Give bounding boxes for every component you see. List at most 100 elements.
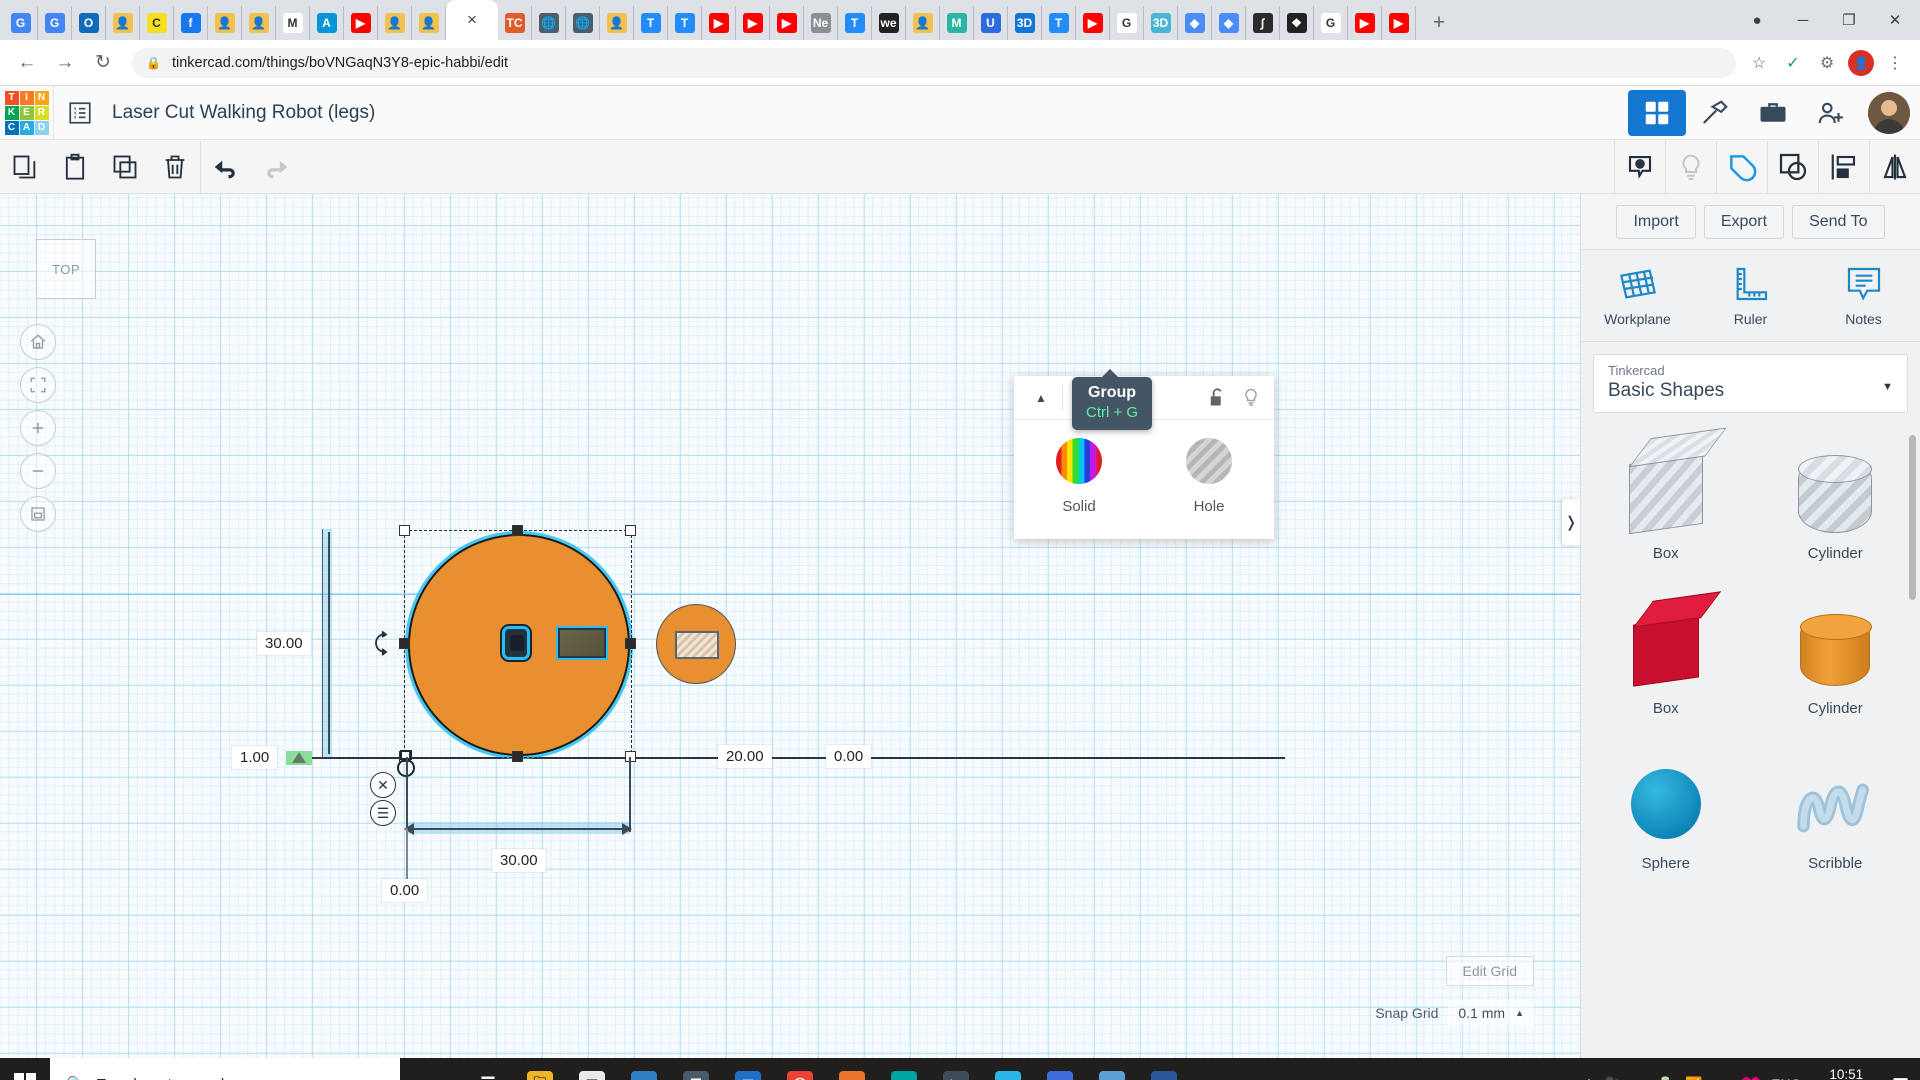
globe-tab-2[interactable]: 🌐 bbox=[566, 6, 600, 40]
youtube-tab-3[interactable]: ▶ bbox=[736, 6, 770, 40]
thingiverse-tab-2[interactable]: T bbox=[668, 6, 702, 40]
undo-button[interactable] bbox=[201, 141, 251, 193]
chrome-menu-icon[interactable]: ⋮ bbox=[1880, 48, 1910, 78]
mirror-button[interactable] bbox=[1870, 141, 1920, 193]
forward-arrow-icon[interactable]: → bbox=[48, 46, 82, 80]
autodesk-app[interactable]: ▲ bbox=[1088, 1060, 1136, 1080]
resize-handle-right[interactable] bbox=[625, 638, 636, 649]
youtube-tab-5[interactable]: ▶ bbox=[1076, 6, 1110, 40]
meet-now-icon[interactable]: 🎥 bbox=[1603, 1076, 1620, 1080]
shape-cylinder-hole[interactable]: Cylinder bbox=[1751, 429, 1920, 584]
google-translate-tab[interactable]: G bbox=[4, 6, 38, 40]
windows-start-icon[interactable] bbox=[0, 1058, 50, 1080]
microsoft-store-app[interactable]: ▤ bbox=[568, 1060, 616, 1080]
outlook-tab[interactable]: O bbox=[72, 6, 106, 40]
tinkercad-user-tab[interactable]: 👤 bbox=[106, 6, 140, 40]
google-translate-tab-2[interactable]: G bbox=[38, 6, 72, 40]
x-offset-label[interactable]: 20.00 bbox=[718, 745, 772, 768]
unlock-icon[interactable] bbox=[1200, 377, 1234, 419]
tinkercad-user-tab-3[interactable]: 👤 bbox=[242, 6, 276, 40]
user-avatar[interactable] bbox=[1868, 92, 1910, 134]
zoom-out-button[interactable] bbox=[20, 453, 56, 489]
address-bar[interactable]: 🔒 tinkercad.com/things/boVNGaqN3Y8-epic-… bbox=[132, 48, 1736, 78]
snap-grid-select[interactable]: 0.1 mm ▲ bbox=[1448, 1000, 1534, 1026]
clock[interactable]: 10:51 04/06/2021 bbox=[1812, 1066, 1880, 1080]
tinkercad-user-tab-6[interactable]: 👤 bbox=[600, 6, 634, 40]
y-origin-label[interactable]: 0.00 bbox=[826, 745, 871, 768]
tinkercad-user-tab-7[interactable]: 👤 bbox=[906, 6, 940, 40]
scratch-tab[interactable]: ◆ bbox=[1178, 6, 1212, 40]
rotate-handle-icon[interactable] bbox=[370, 630, 394, 661]
align-button[interactable] bbox=[1819, 141, 1869, 193]
collapse-caret-icon[interactable]: ▲ bbox=[1020, 377, 1062, 419]
mailchimp-tab[interactable]: M bbox=[940, 6, 974, 40]
delete-button[interactable] bbox=[150, 141, 200, 193]
youtube-tab-4[interactable]: ▶ bbox=[770, 6, 804, 40]
collapse-panel-button[interactable]: ❭ bbox=[1562, 499, 1580, 545]
mail-app[interactable]: ✉1 bbox=[724, 1060, 772, 1080]
width-dimension-label[interactable]: 30.00 bbox=[492, 849, 546, 872]
resize-handle-tl[interactable] bbox=[399, 525, 410, 536]
news-tab[interactable]: Ne bbox=[804, 6, 838, 40]
zoom-in-button[interactable] bbox=[20, 410, 56, 446]
shape-box-hole[interactable]: Box bbox=[1581, 429, 1751, 584]
file-explorer-app[interactable]: 🗀 bbox=[516, 1060, 564, 1080]
fusion-app[interactable]: F bbox=[828, 1060, 876, 1080]
group-button[interactable] bbox=[1717, 141, 1767, 193]
import-button[interactable]: Import bbox=[1616, 205, 1695, 239]
taskbar-search-box[interactable]: 🔍 Type here to search bbox=[50, 1058, 400, 1080]
unknown-app[interactable]: ☴ bbox=[672, 1060, 720, 1080]
shape-library-select[interactable]: Tinkercad Basic Shapes ▼ bbox=[1593, 354, 1908, 413]
window-minimize-button[interactable]: ─ bbox=[1780, 2, 1826, 38]
secondary-circle-shape[interactable] bbox=[656, 604, 736, 684]
notes-tool[interactable]: Notes bbox=[1807, 264, 1920, 327]
youtube-tab-2[interactable]: ▶ bbox=[702, 6, 736, 40]
hexagon-tab[interactable]: M bbox=[276, 6, 310, 40]
fit-view-button[interactable] bbox=[20, 367, 56, 403]
project-list-icon[interactable] bbox=[54, 86, 106, 140]
volume-icon[interactable]: 🔈 bbox=[1714, 1076, 1731, 1080]
thingiverse-tab-4[interactable]: T bbox=[1042, 6, 1076, 40]
redo-button[interactable] bbox=[251, 141, 301, 193]
hamburger-circle-icon[interactable]: ☰ bbox=[370, 800, 396, 826]
thingiverse-tab-3[interactable]: T bbox=[838, 6, 872, 40]
ungroup-button[interactable] bbox=[1768, 141, 1818, 193]
add-person-icon[interactable] bbox=[1802, 90, 1860, 136]
google-tab-2[interactable]: G bbox=[1314, 6, 1348, 40]
video-app[interactable]: ▶ bbox=[932, 1060, 980, 1080]
youtube-tab-7[interactable]: ▶ bbox=[1382, 6, 1416, 40]
height-dimension-label[interactable]: 30.00 bbox=[257, 632, 311, 655]
task-view-app[interactable]: ☰ bbox=[464, 1060, 512, 1080]
ortho-perspective-button[interactable] bbox=[20, 496, 56, 532]
ruler-tool[interactable]: Ruler bbox=[1694, 264, 1807, 327]
back-arrow-icon[interactable]: ← bbox=[10, 46, 44, 80]
codeblocks-hammer-icon[interactable] bbox=[1686, 90, 1744, 136]
language-indicator[interactable]: ENG bbox=[1771, 1076, 1801, 1080]
tinkercad-active-tab[interactable]: TC bbox=[498, 6, 532, 40]
window-restore-dot-icon[interactable]: ● bbox=[1734, 2, 1780, 38]
copy-button[interactable] bbox=[0, 141, 50, 193]
scratch-app[interactable]: ✒ bbox=[1036, 1060, 1084, 1080]
notifications-icon[interactable]: 5 bbox=[1891, 1075, 1910, 1080]
duplicate-button[interactable] bbox=[100, 141, 150, 193]
infinity-app[interactable]: ∞ bbox=[880, 1060, 928, 1080]
gallery-briefcase-icon[interactable] bbox=[1744, 90, 1802, 136]
edge-app[interactable]: e bbox=[620, 1060, 668, 1080]
3dprint-tab[interactable]: 3D bbox=[1144, 6, 1178, 40]
youtube-tab[interactable]: ▶ bbox=[344, 6, 378, 40]
reload-icon[interactable]: ↻ bbox=[86, 46, 120, 80]
extension-icon[interactable]: ⚙ bbox=[1812, 48, 1842, 78]
teams-app[interactable]: C bbox=[984, 1060, 1032, 1080]
window-maximize-button[interactable]: ❐ bbox=[1826, 2, 1872, 38]
sidebar-scrollbar[interactable] bbox=[1909, 435, 1916, 600]
tinkercad-user-tab-4[interactable]: 👤 bbox=[378, 6, 412, 40]
shape-box-red[interactable]: Box bbox=[1581, 584, 1751, 739]
show-hide-eye-icon[interactable] bbox=[1615, 141, 1665, 193]
onedrive-icon[interactable]: ☁ bbox=[1632, 1076, 1646, 1080]
workplane-tool[interactable]: Workplane bbox=[1581, 264, 1694, 327]
3d-tab[interactable]: 3D bbox=[1008, 6, 1042, 40]
udemy-tab[interactable]: U bbox=[974, 6, 1008, 40]
youtube-tab-6[interactable]: ▶ bbox=[1348, 6, 1382, 40]
light-bulb-icon[interactable] bbox=[1666, 141, 1716, 193]
hole-swatch[interactable]: Hole bbox=[1144, 438, 1274, 515]
